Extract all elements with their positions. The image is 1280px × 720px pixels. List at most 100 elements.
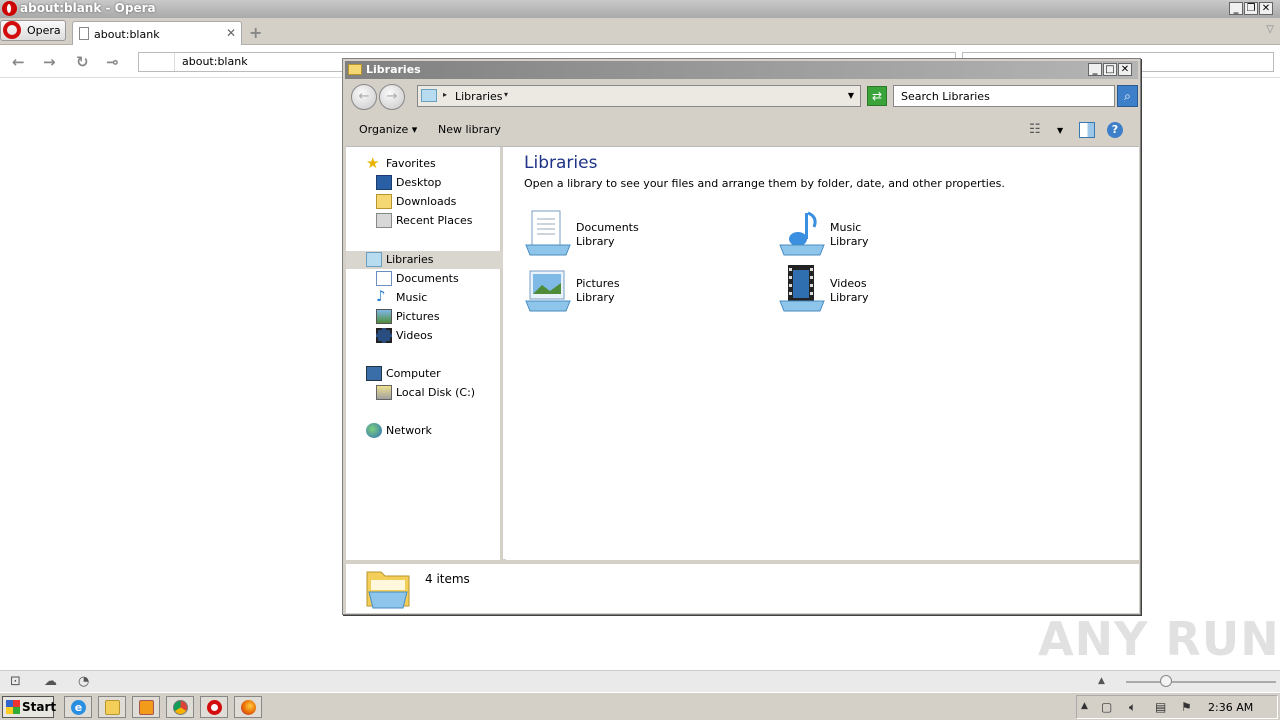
tree-label: Documents — [396, 272, 459, 285]
library-type: Library — [830, 291, 869, 304]
forward-button[interactable]: → — [379, 84, 405, 110]
reload-icon[interactable]: ↻ — [76, 53, 89, 71]
tree-label: Favorites — [386, 157, 436, 170]
page-description: Open a library to see your files and arr… — [524, 177, 1005, 190]
page-title: Libraries — [524, 153, 598, 173]
windows-logo-icon — [6, 700, 20, 714]
explorer-maximize-button[interactable]: □ — [1103, 63, 1117, 76]
start-button[interactable]: Start — [2, 696, 57, 718]
star-icon: ★ — [366, 154, 380, 172]
opera-icon — [207, 700, 222, 715]
search-input[interactable]: Search Libraries — [893, 85, 1115, 107]
zoom-slider-handle[interactable] — [1160, 675, 1172, 687]
desktop-icon — [376, 175, 392, 190]
page-icon — [79, 27, 89, 40]
network-globe-icon — [366, 423, 382, 438]
panel-toggle-icon[interactable]: ⊡ — [10, 674, 21, 689]
tree-label: Computer — [386, 367, 441, 380]
opera-menu-button[interactable]: Opera — [0, 20, 66, 41]
minimize-button[interactable]: _ — [1229, 2, 1243, 15]
opera-menu-label: Opera — [27, 24, 61, 37]
library-item-videos[interactable]: Videos Library — [778, 265, 1018, 315]
taskbar-media-player[interactable] — [132, 696, 160, 718]
library-item-music[interactable]: Music Library — [778, 209, 1018, 259]
search-icon[interactable]: ⌕ — [1117, 85, 1138, 107]
preview-pane-icon[interactable] — [1079, 122, 1095, 138]
address-history-dropdown-icon[interactable]: ▼ — [848, 91, 854, 100]
tree-label: Downloads — [396, 195, 457, 208]
breadcrumb-libraries[interactable]: Libraries — [455, 90, 503, 103]
folder-icon — [105, 700, 120, 715]
opera-window-controls: _ ❐ ✕ — [1229, 2, 1273, 15]
library-item-documents[interactable]: Documents Library — [524, 209, 764, 259]
back-button[interactable]: ← — [351, 84, 377, 110]
view-options-icon[interactable]: ☷ — [1029, 122, 1045, 138]
taskbar-internet-explorer[interactable]: e — [64, 696, 92, 718]
videos-library-icon — [779, 265, 825, 312]
explorer-window-controls: _ □ ✕ — [1088, 63, 1132, 76]
opera-status-bar: ⊡ ☁ ◔ ▲ — [0, 670, 1280, 692]
libraries-folder-icon — [366, 571, 410, 609]
watermark-logo: ANY RUN — [1038, 612, 1280, 666]
notification-flag-icon[interactable]: ⚑ — [1181, 700, 1192, 714]
library-name: Documents — [576, 221, 639, 234]
tree-label: Recent Places — [396, 214, 473, 227]
tab-label: about:blank — [94, 28, 160, 41]
zoom-slider[interactable] — [1126, 681, 1276, 683]
taskbar-opera[interactable] — [200, 696, 228, 718]
new-tab-icon[interactable]: + — [249, 23, 262, 42]
start-label: Start — [22, 700, 57, 714]
library-name: Pictures — [576, 277, 620, 290]
search-placeholder: Search Libraries — [901, 90, 990, 103]
explorer-window-title: Libraries — [366, 63, 421, 76]
tree-label: Videos — [396, 329, 433, 342]
site-info-badge[interactable] — [139, 53, 175, 71]
navigation-pane: ★ Favorites Desktop Downloads Recent Pla… — [346, 147, 503, 560]
action-center-icon[interactable]: ▢ — [1101, 700, 1112, 714]
tree-label: Libraries — [386, 253, 434, 266]
taskbar-chrome[interactable] — [166, 696, 194, 718]
opera-o-icon — [3, 21, 21, 39]
refresh-icon[interactable]: ⇄ — [867, 86, 887, 106]
library-name: Music — [830, 221, 862, 234]
explorer-close-button[interactable]: ✕ — [1118, 63, 1132, 76]
volume-icon[interactable]: 🔈︎ — [1129, 700, 1136, 715]
library-item-pictures[interactable]: Pictures Library — [524, 265, 764, 315]
view-dropdown-chevron-icon[interactable]: ▼ — [1057, 126, 1063, 135]
url-text: about:blank — [182, 55, 248, 68]
new-library-button[interactable]: New library — [438, 123, 501, 136]
chrome-icon — [173, 700, 188, 715]
library-type: Library — [830, 235, 869, 248]
tree-label: Pictures — [396, 310, 440, 323]
internet-explorer-icon: e — [71, 700, 86, 715]
media-player-icon — [139, 700, 154, 715]
network-status-icon[interactable]: ▤ — [1155, 700, 1166, 714]
show-hidden-icons-chevron-icon[interactable]: ▲ — [1081, 701, 1088, 711]
explorer-minimize-button[interactable]: _ — [1088, 63, 1102, 76]
explorer-address-bar[interactable]: ▸ Libraries ▾ ▼ — [417, 85, 861, 107]
pictures-icon — [376, 309, 392, 324]
close-button[interactable]: ✕ — [1259, 2, 1273, 15]
cloud-icon[interactable]: ☁ — [44, 674, 57, 689]
tab-close-icon[interactable]: ✕ — [226, 26, 236, 40]
breadcrumb-dropdown-icon[interactable]: ▾ — [504, 90, 508, 99]
taskbar-explorer[interactable] — [98, 696, 126, 718]
key-icon[interactable]: ⊸ — [106, 53, 119, 71]
back-arrow-icon[interactable]: ← — [12, 53, 25, 71]
tab-list-chevron-icon[interactable]: ▽ — [1266, 24, 1274, 35]
tab-about-blank[interactable]: about:blank ✕ — [72, 21, 242, 45]
taskbar: Start e ▲ ▢ 🔈︎ ▤ ⚑ 2:36 AM — [0, 692, 1280, 720]
zoom-up-icon[interactable]: ▲ — [1098, 676, 1105, 686]
tree-label: Desktop — [396, 176, 442, 189]
restore-button[interactable]: ❐ — [1244, 2, 1258, 15]
speed-dial-icon[interactable]: ◔ — [78, 674, 89, 689]
item-count: 4 items — [425, 572, 470, 586]
libraries-icon — [366, 252, 382, 267]
organize-button[interactable]: Organize ▾ — [359, 123, 417, 136]
opera-logo-icon — [2, 1, 17, 16]
help-icon[interactable]: ? — [1107, 122, 1123, 138]
taskbar-firefox[interactable] — [234, 696, 262, 718]
forward-arrow-icon[interactable]: → — [43, 53, 56, 71]
breadcrumb-chevron-icon[interactable]: ▸ — [443, 90, 447, 99]
clock[interactable]: 2:36 AM — [1208, 701, 1253, 714]
